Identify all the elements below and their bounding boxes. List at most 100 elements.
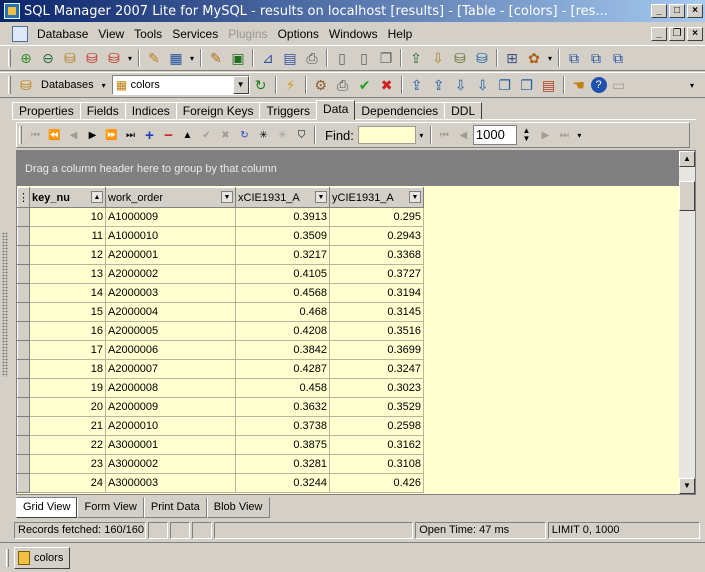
prev-record-icon[interactable]: ◀ (65, 125, 83, 145)
cell-xcie1931-a[interactable]: 0.3913 (235, 207, 330, 227)
chart-icon[interactable]: ⊿ (258, 48, 278, 68)
table-row[interactable]: 18 A2000007 0.4287 0.3247 (17, 359, 424, 379)
cell-key-nu[interactable]: 13 (29, 264, 106, 284)
table-row[interactable]: 17 A2000006 0.3842 0.3699 (17, 340, 424, 360)
table-row[interactable]: 13 A2000002 0.4105 0.3727 (17, 264, 424, 284)
windows-list-icon[interactable]: ⧉ (564, 48, 584, 68)
cell-xcie1931-a[interactable]: 0.3875 (235, 435, 330, 455)
column-header-xcie1931-a[interactable]: xCIE1931_A ▼ (235, 187, 330, 208)
new-document-icon[interactable]: ▯ (332, 48, 352, 68)
cell-ycie1931-a[interactable]: 0.3727 (329, 264, 424, 284)
cancel-edit-icon[interactable]: ✖ (217, 125, 235, 145)
cell-ycie1931-a[interactable]: 0.3699 (329, 340, 424, 360)
import-icon[interactable]: ⇩ (428, 48, 448, 68)
cell-xcie1931-a[interactable]: 0.468 (235, 302, 330, 322)
column-header-ycie1931-a[interactable]: yCIE1931_A ▼ (329, 187, 424, 208)
print-icon[interactable]: ⎙ (302, 48, 322, 68)
import-data-icon[interactable]: ⇩ (451, 75, 471, 95)
cell-xcie1931-a[interactable]: 0.4105 (235, 264, 330, 284)
table-row[interactable]: 16 A2000005 0.4208 0.3516 (17, 321, 424, 341)
menu-services[interactable]: Services (167, 27, 223, 41)
table-row[interactable]: 11 A1000010 0.3509 0.2943 (17, 226, 424, 246)
first-page-icon[interactable]: ⏮ (435, 125, 453, 145)
cell-key-nu[interactable]: 23 (29, 454, 106, 474)
post-edit-icon[interactable]: ✔ (198, 125, 216, 145)
tab-dependencies[interactable]: Dependencies (354, 102, 446, 120)
cell-xcie1931-a[interactable]: 0.3509 (235, 226, 330, 246)
row-indicator[interactable] (17, 473, 30, 493)
cell-ycie1931-a[interactable]: 0.3247 (329, 359, 424, 379)
row-indicator[interactable] (17, 378, 30, 398)
table-row[interactable]: 24 A3000003 0.3244 0.426 (17, 473, 424, 493)
cell-ycie1931-a[interactable]: 0.2598 (329, 416, 424, 436)
plugin-icon[interactable]: ✿ (524, 48, 544, 68)
script-icon[interactable]: ▯ (354, 48, 374, 68)
cell-work-order[interactable]: A2000003 (105, 283, 236, 303)
table-row[interactable]: 15 A2000004 0.468 0.3145 (17, 302, 424, 322)
table-combo[interactable]: ▦ colors ▼ (111, 75, 250, 95)
chevron-down-icon[interactable]: ▾ (99, 75, 109, 95)
first-record-icon[interactable]: ⏮ (27, 125, 45, 145)
tab-indices[interactable]: Indices (124, 102, 177, 120)
column-header-work-order[interactable]: work_order ▼ (105, 187, 236, 208)
cell-ycie1931-a[interactable]: 0.295 (329, 207, 424, 227)
cell-work-order[interactable]: A3000001 (105, 435, 236, 455)
tab-data[interactable]: Data (316, 100, 356, 120)
tab-triggers[interactable]: Triggers (259, 102, 318, 120)
tab-form-view[interactable]: Form View (77, 497, 144, 518)
chevron-down-icon[interactable]: ▾ (687, 75, 697, 95)
duplicate-icon[interactable]: ❐ (517, 75, 537, 95)
table-row[interactable]: 14 A2000003 0.4568 0.3194 (17, 283, 424, 303)
cell-xcie1931-a[interactable]: 0.3632 (235, 397, 330, 417)
cell-work-order[interactable]: A2000008 (105, 378, 236, 398)
chevron-down-icon[interactable]: ▼ (315, 191, 327, 203)
export-sql-icon[interactable]: ⇩ (473, 75, 493, 95)
rollback-icon[interactable]: ✖ (377, 75, 397, 95)
cell-key-nu[interactable]: 10 (29, 207, 106, 227)
cell-ycie1931-a[interactable]: 0.3194 (329, 283, 424, 303)
edit-record-icon[interactable]: ▲ (179, 125, 197, 145)
edit-icon[interactable]: ✎ (206, 48, 226, 68)
chevron-down-icon[interactable]: ▾ (574, 125, 584, 145)
insert-record-icon[interactable]: + (141, 125, 159, 145)
row-indicator[interactable] (17, 416, 30, 436)
cell-work-order[interactable]: A2000002 (105, 264, 236, 284)
service-icon[interactable]: ⊞ (502, 48, 522, 68)
cell-work-order[interactable]: A2000001 (105, 245, 236, 265)
window-tab-colors[interactable]: colors (14, 547, 70, 569)
row-indicator[interactable] (17, 283, 30, 303)
menu-plugins[interactable]: Plugins (223, 27, 272, 41)
next-page-button-icon[interactable]: ▶ (536, 125, 554, 145)
cell-xcie1931-a[interactable]: 0.3281 (235, 454, 330, 474)
menu-tools[interactable]: Tools (129, 27, 167, 41)
tab-foreign-keys[interactable]: Foreign Keys (175, 102, 261, 120)
table-row[interactable]: 23 A3000002 0.3281 0.3108 (17, 454, 424, 474)
restore-icon[interactable]: ⛁ (472, 48, 492, 68)
unregister-database-icon[interactable]: ⊖ (38, 48, 58, 68)
cell-key-nu[interactable]: 22 (29, 435, 106, 455)
filter-icon[interactable]: ⛉ (293, 125, 311, 145)
cell-xcie1931-a[interactable]: 0.458 (235, 378, 330, 398)
query-builder-icon[interactable]: ▦ (166, 48, 186, 68)
disconnect-icon[interactable]: ⛁ (82, 48, 102, 68)
export-icon[interactable]: ⇪ (406, 48, 426, 68)
commit-icon[interactable]: ✔ (355, 75, 375, 95)
close-button[interactable]: × (687, 4, 703, 18)
column-header-key-nu[interactable]: key_nu ▲ (29, 187, 106, 208)
chevron-down-icon[interactable]: ▼ (409, 191, 421, 203)
cell-xcie1931-a[interactable]: 0.4568 (235, 283, 330, 303)
new-object-icon[interactable]: ▣ (228, 48, 248, 68)
print-icon[interactable]: ⎙ (333, 75, 353, 95)
cell-xcie1931-a[interactable]: 0.3217 (235, 245, 330, 265)
row-indicator[interactable] (17, 245, 30, 265)
refresh-icon[interactable]: ↻ (251, 75, 271, 95)
database-dropdown-icon[interactable]: ⛁ (104, 48, 124, 68)
report-icon[interactable]: ▤ (280, 48, 300, 68)
cell-key-nu[interactable]: 11 (29, 226, 106, 246)
goto-bookmark-icon[interactable]: ✳ (274, 125, 292, 145)
row-indicator[interactable] (17, 226, 30, 246)
next-record-icon[interactable]: ▶ (84, 125, 102, 145)
cell-ycie1931-a[interactable]: 0.3108 (329, 454, 424, 474)
row-indicator[interactable] (17, 321, 30, 341)
page-spinner-icon[interactable]: ▲ ▼ (517, 125, 535, 145)
